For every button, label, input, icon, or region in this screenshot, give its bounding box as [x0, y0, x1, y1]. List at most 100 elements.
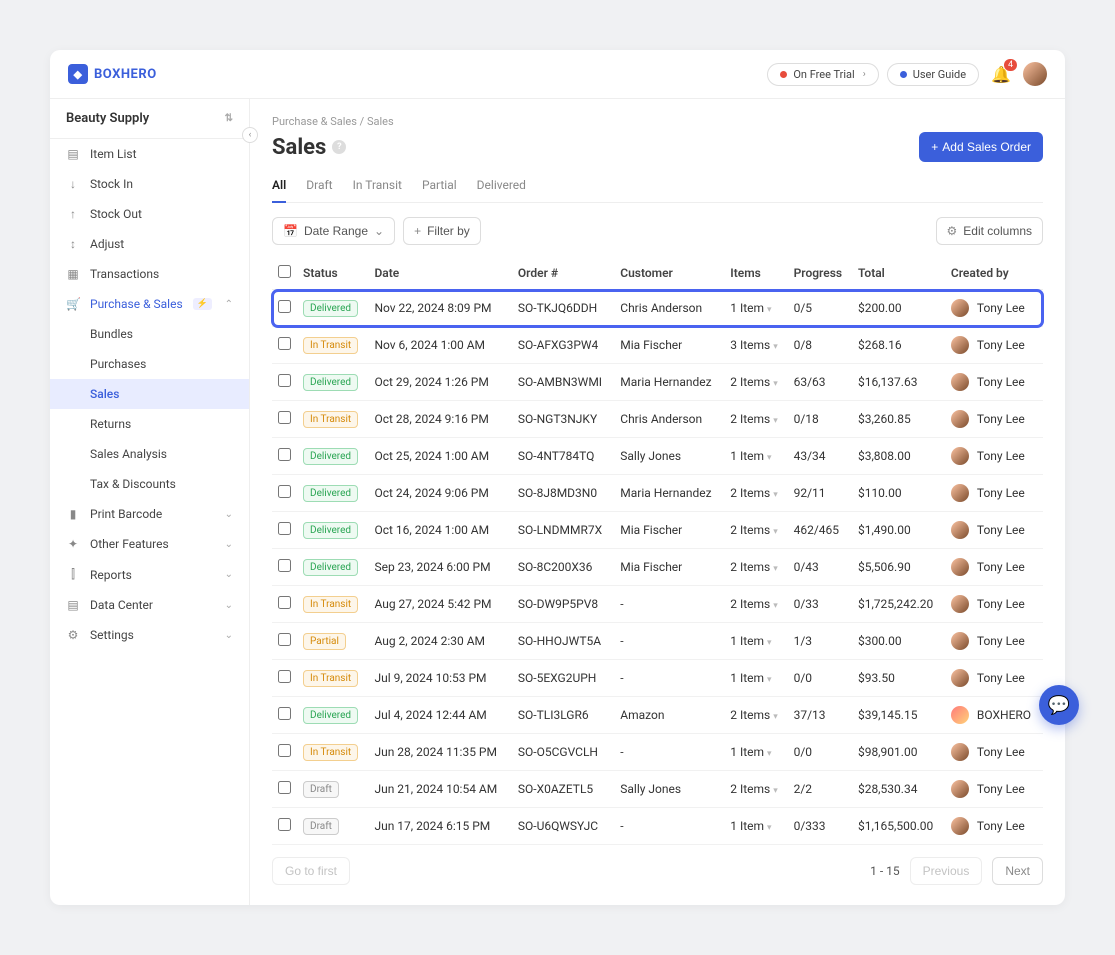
previous-button[interactable]: Previous — [910, 857, 983, 885]
table-row[interactable]: Delivered Oct 24, 2024 9:06 PM SO-8J8MD3… — [272, 475, 1043, 512]
table-row[interactable]: In Transit Nov 6, 2024 1:00 AM SO-AFXG3P… — [272, 327, 1043, 364]
tab-intransit[interactable]: In Transit — [353, 172, 402, 202]
row-checkbox[interactable] — [278, 300, 291, 313]
cell-items[interactable]: 1 Item▾ — [724, 660, 787, 697]
table-row[interactable]: In Transit Jun 28, 2024 11:35 PM SO-O5CG… — [272, 734, 1043, 771]
table-row[interactable]: In Transit Oct 28, 2024 9:16 PM SO-NGT3N… — [272, 401, 1043, 438]
row-checkbox[interactable] — [278, 670, 291, 683]
add-sales-order-button[interactable]: + Add Sales Order — [919, 132, 1043, 162]
col-total[interactable]: Total — [852, 257, 945, 290]
cell-items[interactable]: 2 Items▾ — [724, 771, 787, 808]
table-row[interactable]: Draft Jun 21, 2024 10:54 AM SO-X0AZETL5 … — [272, 771, 1043, 808]
nav-stock-in[interactable]: ↓Stock In — [50, 169, 249, 199]
tab-partial[interactable]: Partial — [422, 172, 457, 202]
nav-other-features[interactable]: ✦Other Features⌄ — [50, 529, 249, 559]
table-row[interactable]: Delivered Sep 23, 2024 6:00 PM SO-8C200X… — [272, 549, 1043, 586]
sidebar-collapse-button[interactable]: ‹ — [242, 127, 258, 143]
go-to-first-button[interactable]: Go to first — [272, 857, 350, 885]
sales-table: Status Date Order # Customer Items Progr… — [272, 257, 1043, 845]
cell-items[interactable]: 1 Item▾ — [724, 290, 787, 327]
col-created[interactable]: Created by — [945, 257, 1043, 290]
cell-items[interactable]: 1 Item▾ — [724, 438, 787, 475]
cell-items[interactable]: 3 Items▾ — [724, 327, 787, 364]
cell-items[interactable]: 1 Item▾ — [724, 734, 787, 771]
table-row[interactable]: Delivered Nov 22, 2024 8:09 PM SO-TKJQ6D… — [272, 290, 1043, 327]
col-items[interactable]: Items — [724, 257, 787, 290]
row-checkbox[interactable] — [278, 448, 291, 461]
row-checkbox[interactable] — [278, 818, 291, 831]
nav-item-list[interactable]: ▤Item List — [50, 139, 249, 169]
cell-items[interactable]: 2 Items▾ — [724, 364, 787, 401]
tab-all[interactable]: All — [272, 172, 286, 202]
workspace-selector[interactable]: Beauty Supply ⇅ — [50, 99, 249, 139]
nav-returns[interactable]: Returns — [50, 409, 249, 439]
row-checkbox[interactable] — [278, 596, 291, 609]
row-checkbox[interactable] — [278, 559, 291, 572]
nav-stock-out[interactable]: ↑Stock Out — [50, 199, 249, 229]
row-checkbox[interactable] — [278, 781, 291, 794]
cell-items[interactable]: 2 Items▾ — [724, 697, 787, 734]
row-checkbox[interactable] — [278, 337, 291, 350]
table-row[interactable]: Draft Jun 17, 2024 6:15 PM SO-U6QWSYJC -… — [272, 808, 1043, 845]
breadcrumb-parent[interactable]: Purchase & Sales — [272, 115, 357, 128]
help-icon[interactable]: ? — [332, 140, 346, 154]
nav-data-center[interactable]: ▤Data Center⌄ — [50, 590, 249, 620]
nav-sales[interactable]: Sales — [50, 379, 249, 409]
nav-purchases[interactable]: Purchases — [50, 349, 249, 379]
row-checkbox[interactable] — [278, 411, 291, 424]
col-progress[interactable]: Progress — [788, 257, 852, 290]
nav-tax-discounts[interactable]: Tax & Discounts — [50, 469, 249, 499]
table-row[interactable]: Partial Aug 2, 2024 2:30 AM SO-HHOJWT5A … — [272, 623, 1043, 660]
notifications-icon[interactable]: 🔔 4 — [991, 65, 1011, 84]
tab-draft[interactable]: Draft — [306, 172, 332, 202]
nav-sales-analysis[interactable]: Sales Analysis — [50, 439, 249, 469]
row-checkbox[interactable] — [278, 522, 291, 535]
cell-items[interactable]: 1 Item▾ — [724, 623, 787, 660]
guide-pill[interactable]: User Guide — [887, 63, 979, 86]
nav-bundles[interactable]: Bundles — [50, 319, 249, 349]
col-order[interactable]: Order # — [512, 257, 614, 290]
col-date[interactable]: Date — [368, 257, 511, 290]
row-checkbox[interactable] — [278, 633, 291, 646]
cell-items[interactable]: 2 Items▾ — [724, 475, 787, 512]
table-row[interactable]: In Transit Jul 9, 2024 10:53 PM SO-5EXG2… — [272, 660, 1043, 697]
edit-columns-button[interactable]: ⚙Edit columns — [936, 217, 1043, 245]
nav-purchase-sales[interactable]: 🛒Purchase & Sales ⚡⌃ — [50, 289, 249, 319]
cell-creator: Tony Lee — [951, 595, 1037, 613]
filter-by-button[interactable]: +Filter by — [403, 217, 481, 245]
dropdown-icon: ▾ — [773, 342, 778, 352]
col-customer[interactable]: Customer — [614, 257, 724, 290]
cell-order: SO-TLI3LGR6 — [512, 697, 614, 734]
nav-settings[interactable]: ⚙Settings⌄ — [50, 620, 249, 650]
select-all-checkbox[interactable] — [278, 265, 291, 278]
cell-items[interactable]: 2 Items▾ — [724, 549, 787, 586]
chat-fab[interactable]: 💬 — [1039, 685, 1079, 725]
table-row[interactable]: Delivered Oct 16, 2024 1:00 AM SO-LNDMMR… — [272, 512, 1043, 549]
cell-progress: 2/2 — [788, 771, 852, 808]
nav-transactions[interactable]: ▦Transactions — [50, 259, 249, 289]
trial-pill[interactable]: On Free Trial › — [767, 63, 878, 86]
tab-delivered[interactable]: Delivered — [477, 172, 526, 202]
cell-items[interactable]: 2 Items▾ — [724, 586, 787, 623]
date-range-button[interactable]: 📅Date Range⌄ — [272, 217, 395, 245]
row-checkbox[interactable] — [278, 485, 291, 498]
brand-logo[interactable]: ◆ BOXHERO — [68, 64, 157, 84]
table-row[interactable]: In Transit Aug 27, 2024 5:42 PM SO-DW9P5… — [272, 586, 1043, 623]
user-avatar[interactable] — [1023, 62, 1047, 86]
row-checkbox[interactable] — [278, 374, 291, 387]
row-checkbox[interactable] — [278, 744, 291, 757]
nav-adjust[interactable]: ↕Adjust — [50, 229, 249, 259]
table-row[interactable]: Delivered Oct 29, 2024 1:26 PM SO-AMBN3W… — [272, 364, 1043, 401]
next-button[interactable]: Next — [992, 857, 1043, 885]
table-row[interactable]: Delivered Jul 4, 2024 12:44 AM SO-TLI3LG… — [272, 697, 1043, 734]
cell-items[interactable]: 2 Items▾ — [724, 401, 787, 438]
cell-items[interactable]: 2 Items▾ — [724, 512, 787, 549]
cell-items[interactable]: 1 Item▾ — [724, 808, 787, 845]
row-checkbox[interactable] — [278, 707, 291, 720]
table-row[interactable]: Delivered Oct 25, 2024 1:00 AM SO-4NT784… — [272, 438, 1043, 475]
nav-reports[interactable]: ⫿Reports⌄ — [50, 559, 249, 590]
cell-progress: 0/333 — [788, 808, 852, 845]
nav-print-barcode[interactable]: ▮Print Barcode⌄ — [50, 499, 249, 529]
col-status[interactable]: Status — [297, 257, 368, 290]
chart-icon: ⫿ — [66, 567, 80, 582]
